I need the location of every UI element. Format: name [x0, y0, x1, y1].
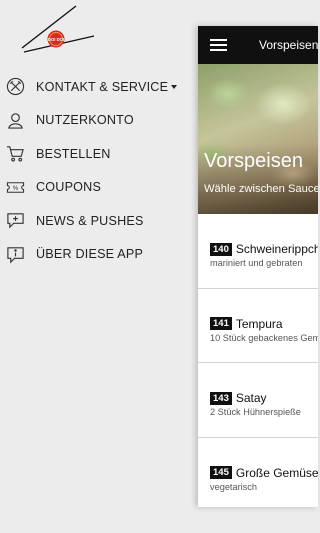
product-item[interactable]: 141 Tempura 10 Stück gebackenes Gemüse: [198, 289, 318, 363]
product-description: 10 Stück gebackenes Gemüse: [210, 332, 318, 343]
drawer-item-label: ÜBER DIESE APP: [36, 247, 144, 262]
category-hero-banner: Vorspeisen Wähle zwischen Sauce: [198, 64, 318, 214]
product-name: Satay: [235, 391, 267, 405]
product-number-badge: 140: [210, 242, 232, 256]
drawer-item-nutzerkonto[interactable]: NUTZERKONTO: [0, 104, 198, 138]
app-top-bar: Vorspeisen: [198, 26, 318, 64]
svg-text:DOI DOI: DOI DOI: [48, 37, 64, 42]
page-title: Vorspeisen: [259, 38, 318, 52]
drawer-item-news-pushes[interactable]: NEWS & PUSHES: [0, 204, 198, 238]
product-description: 2 Stück Hühnerspieße: [210, 407, 301, 417]
product-description: vegetarisch: [210, 481, 257, 492]
navigation-drawer: DOI DOI KONTAKT & SERVICE NUTZERKONTO BE…: [0, 0, 198, 533]
product-name: Tempura: [235, 316, 283, 331]
drawer-item-label: COUPONS: [36, 180, 102, 195]
drawer-item-bestellen[interactable]: BESTELLEN: [0, 137, 198, 171]
cart-icon: [5, 144, 25, 164]
product-number-badge: 141: [210, 317, 232, 330]
drawer-item-kontakt-service[interactable]: KONTAKT & SERVICE: [0, 70, 198, 104]
product-number-badge: 143: [210, 391, 232, 405]
chevron-down-icon: [171, 84, 178, 89]
product-item[interactable]: 143 Satay 2 Stück Hühnerspieße: [198, 363, 318, 438]
news-icon: [5, 211, 25, 231]
drawer-menu: KONTAKT & SERVICE NUTZERKONTO BESTELLEN: [0, 70, 198, 271]
hamburger-menu-icon[interactable]: [210, 39, 227, 51]
drawer-item-label: NEWS & PUSHES: [36, 213, 144, 228]
product-item[interactable]: 145 Große Gemüse vegetarisch: [198, 438, 318, 508]
product-number-badge: 145: [210, 466, 232, 479]
utensils-icon: [5, 77, 25, 97]
product-description: mariniert und gebraten: [210, 258, 303, 268]
info-icon: [5, 244, 25, 264]
drawer-item-label: NUTZERKONTO: [36, 113, 134, 128]
hero-subtitle: Wähle zwischen Sauce: [204, 183, 318, 195]
hero-title: Vorspeisen: [204, 150, 303, 172]
drawer-item-label: KONTAKT & SERVICE: [36, 80, 178, 94]
product-name: Schweinerippchen: [235, 242, 318, 256]
coupon-icon: %: [5, 177, 25, 197]
drawer-item-ueber-app[interactable]: ÜBER DIESE APP: [0, 238, 198, 272]
svg-text:%: %: [12, 185, 18, 192]
user-icon: [5, 110, 25, 130]
restaurant-logo[interactable]: DOI DOI: [18, 4, 98, 54]
main-content-panel[interactable]: Vorspeisen Vorspeisen Wähle zwischen Sau…: [198, 26, 318, 507]
drawer-item-label: BESTELLEN: [36, 146, 111, 161]
product-name: Große Gemüse: [235, 465, 318, 480]
drawer-item-coupons[interactable]: % COUPONS: [0, 171, 198, 205]
product-list: 140 Schweinerippchen mariniert und gebra…: [198, 214, 318, 507]
product-item[interactable]: 140 Schweinerippchen mariniert und gebra…: [198, 214, 318, 289]
